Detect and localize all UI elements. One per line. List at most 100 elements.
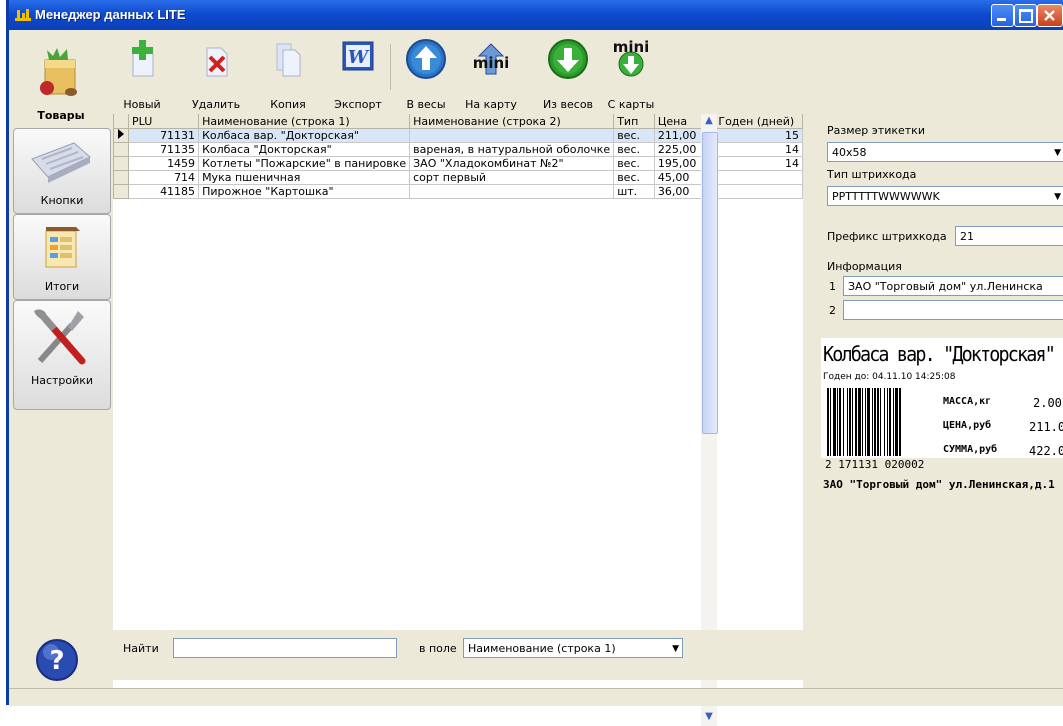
cell-name1[interactable]: Колбаса "Докторская"	[198, 142, 411, 157]
cell-days[interactable]	[714, 170, 803, 185]
minimize-icon	[997, 18, 1006, 21]
cell-type[interactable]: вес.	[613, 142, 655, 157]
export-label: Экспорт	[334, 98, 382, 111]
column-header-plu[interactable]: PLU	[127, 114, 200, 129]
svg-text:mini: mini	[473, 54, 510, 72]
mini-card-download-icon: mini	[613, 38, 649, 77]
label-size-label: Размер этикетки	[827, 124, 925, 137]
grocery-bag-icon	[40, 48, 77, 96]
cell-plu[interactable]: 71131	[127, 128, 200, 143]
cell-days[interactable]	[714, 184, 803, 199]
cell-days[interactable]: 15	[714, 128, 803, 143]
label-preview: Колбаса вар. "Докторская" Годен до: 04.1…	[821, 338, 1063, 491]
search-field-value: Наименование (строка 1)	[468, 642, 616, 655]
close-icon	[1044, 10, 1055, 21]
new-label: Новый	[123, 98, 161, 111]
preview-title: Колбаса вар. "Докторская"	[823, 342, 1056, 366]
cell-days[interactable]: 14	[714, 156, 803, 171]
field-label: в поле	[419, 642, 457, 655]
nav-tab-buttons[interactable]: Кнопки	[13, 128, 111, 214]
row-indicator	[113, 170, 129, 185]
table-row[interactable]: 71131 Колбаса вар. "Докторская" вес. 211,00…	[113, 128, 803, 143]
cell-name2[interactable]	[409, 128, 615, 143]
cell-name2[interactable]: вареная, в натуральной оболочке	[409, 142, 615, 157]
chevron-down-icon: ▼	[1054, 192, 1061, 202]
cell-name2[interactable]	[409, 184, 615, 199]
from-card-button[interactable]: mini С карты	[608, 38, 655, 111]
price-label: ЦЕНА,руб	[943, 420, 992, 431]
search-field-select[interactable]: Наименование (строка 1) ▼	[463, 638, 683, 658]
prefix-input[interactable]: 21	[955, 226, 1063, 246]
cell-name1[interactable]: Котлеты "Пожарские" в панировке	[198, 156, 411, 171]
cell-name1[interactable]: Колбаса вар. "Докторская"	[198, 128, 411, 143]
nav-tab-totals[interactable]: Итоги	[13, 214, 111, 300]
mass-value: 2.00	[1033, 396, 1062, 410]
copy-button[interactable]: Копия	[270, 38, 306, 111]
new-button[interactable]: Новый	[123, 38, 161, 111]
cell-days[interactable]: 14	[714, 142, 803, 157]
table-header-row: PLU Наименование (строка 1) Наименование…	[113, 114, 803, 129]
report-icon	[45, 227, 80, 268]
cell-name2[interactable]: сорт первый	[409, 170, 615, 185]
row-indicator	[113, 184, 129, 199]
minimize-button[interactable]	[991, 4, 1014, 27]
table-row[interactable]: 714 Мука пшеничная сорт первый вес. 45,00	[113, 170, 803, 185]
column-header-type[interactable]: Тип	[613, 114, 655, 129]
cell-type[interactable]: шт.	[613, 184, 655, 199]
label-size-select[interactable]: 40x58 ▼	[827, 142, 1063, 162]
barcode-type-value: PPTTTTTWWWWWK	[832, 190, 940, 203]
find-input[interactable]	[173, 638, 397, 658]
from-scales-label: Из весов	[542, 98, 594, 111]
to-scales-button[interactable]: В весы	[405, 38, 447, 111]
info-line-2-input[interactable]	[843, 300, 1063, 320]
nav-label-goods: Товары	[37, 109, 85, 122]
barcode-type-label: Тип штрихкода	[827, 168, 917, 181]
close-button[interactable]	[1037, 4, 1063, 27]
cell-plu[interactable]: 1459	[127, 156, 200, 171]
cell-plu[interactable]: 71135	[127, 142, 200, 157]
cell-type[interactable]: вес.	[613, 156, 655, 171]
chevron-down-icon: ▼	[672, 644, 679, 654]
title-bar[interactable]: Менеджер данных LITE	[9, 0, 1063, 30]
barcode-type-select[interactable]: PPTTTTTWWWWWK ▼	[827, 186, 1063, 206]
info-label: Информация	[827, 260, 902, 273]
scroll-down-icon[interactable]: ▼	[702, 710, 716, 724]
svg-text:?: ?	[49, 646, 64, 676]
keyboard-icon	[31, 142, 91, 183]
scroll-up-icon[interactable]: ▲	[702, 114, 716, 128]
delete-label: Удалить	[191, 98, 241, 111]
nav-label-settings: Настройки	[30, 374, 94, 387]
goods-table-grid: PLU Наименование (строка 1) Наименование…	[113, 114, 803, 199]
nav-label-buttons: Кнопки	[40, 194, 84, 207]
copy-label: Копия	[270, 98, 306, 111]
cell-type[interactable]: вес.	[613, 128, 655, 143]
cell-name2[interactable]: ЗАО "Хладокомбинат №2"	[409, 156, 615, 171]
column-header-name1[interactable]: Наименование (строка 1)	[198, 114, 411, 129]
table-row[interactable]: 71135 Колбаса "Докторская" вареная, в нату…	[113, 142, 803, 157]
column-header-name2[interactable]: Наименование (строка 2)	[409, 114, 615, 129]
column-header-days[interactable]: Годен (дней)	[714, 114, 803, 129]
from-scales-button[interactable]: Из весов	[543, 38, 593, 111]
cell-plu[interactable]: 714	[127, 170, 200, 185]
app-logo-icon	[15, 9, 31, 21]
cell-name1[interactable]: Мука пшеничная	[198, 170, 411, 185]
cell-plu[interactable]: 41185	[127, 184, 200, 199]
barcode-digits: 2 171131 020002	[825, 458, 925, 471]
nav-tab-goods[interactable]: Товары	[13, 30, 109, 128]
delete-button[interactable]: Удалить	[192, 38, 240, 111]
copy-icon	[276, 43, 301, 77]
nav-tab-settings[interactable]: Настройки	[13, 300, 111, 410]
new-document-icon	[132, 40, 154, 77]
toolbar: Новый Удалить Копия W Экспорт В весы min…	[113, 30, 813, 114]
cell-name1[interactable]: Пирожное "Картошка"	[198, 184, 411, 199]
export-button[interactable]: W Экспорт	[334, 38, 382, 111]
scrollbar-thumb[interactable]	[702, 132, 718, 434]
maximize-button[interactable]	[1014, 4, 1037, 27]
table-row[interactable]: 41185 Пирожное "Картошка" шт. 36,00	[113, 184, 803, 199]
to-card-button[interactable]: mini На карту	[465, 38, 517, 111]
table-row[interactable]: 1459 Котлеты "Пожарские" в панировке ЗАО "…	[113, 156, 803, 171]
word-export-icon: W	[342, 41, 374, 71]
cell-type[interactable]: вес.	[613, 170, 655, 185]
info-line-1-input[interactable]: ЗАО "Торговый дом" ул.Ленинска	[843, 276, 1063, 296]
help-icon[interactable]: ?	[35, 638, 79, 682]
